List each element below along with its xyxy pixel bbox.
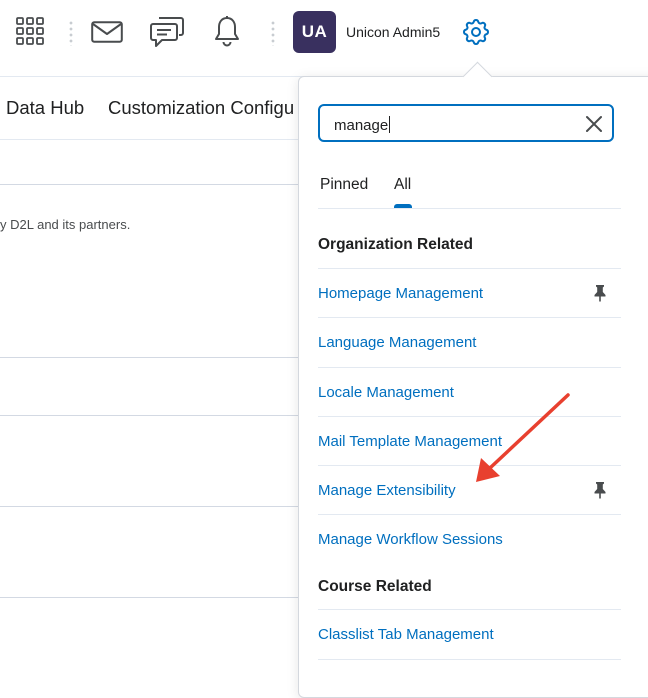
tab-all[interactable]: All [394, 176, 411, 194]
divider [318, 514, 621, 515]
nav-link-data-hub[interactable]: Data Hub [6, 97, 84, 119]
waffle-grid-icon[interactable] [15, 16, 45, 46]
divider-dots [69, 20, 73, 46]
divider [318, 367, 621, 368]
link-manage-extensibility[interactable]: Manage Extensibility [318, 482, 456, 499]
link-language-management[interactable]: Language Management [318, 334, 476, 351]
bell-icon[interactable] [213, 15, 241, 47]
gear-icon[interactable] [460, 16, 492, 48]
link-mail-template-management[interactable]: Mail Template Management [318, 433, 502, 450]
content-divider [0, 184, 300, 185]
link-classlist-tab-management[interactable]: Classlist Tab Management [318, 626, 494, 643]
link-homepage-management[interactable]: Homepage Management [318, 285, 483, 302]
close-icon[interactable] [585, 115, 603, 133]
content-divider [0, 357, 300, 358]
avatar[interactable]: UA [293, 11, 336, 53]
section-title-course: Course Related [318, 578, 432, 595]
divider [318, 416, 621, 417]
pin-icon[interactable] [593, 284, 607, 302]
nav-link-customization[interactable]: Customization Configu [108, 97, 294, 119]
tabs-divider [318, 208, 621, 209]
avatar-initials: UA [301, 22, 328, 41]
divider [318, 659, 621, 660]
link-locale-management[interactable]: Locale Management [318, 384, 454, 401]
search-value: manage [334, 116, 391, 134]
top-bar: UA Unicon Admin5 [0, 0, 648, 77]
content-divider [0, 506, 300, 507]
divider [318, 609, 621, 610]
admin-tools-panel: manage Pinned All Organization Related H… [298, 76, 648, 698]
pin-icon[interactable] [593, 481, 607, 499]
divider [318, 317, 621, 318]
content-divider [0, 415, 300, 416]
section-title-organization: Organization Related [318, 236, 474, 253]
content-text: y D2L and its partners. [0, 217, 131, 232]
link-manage-workflow-sessions[interactable]: Manage Workflow Sessions [318, 531, 503, 548]
divider [318, 268, 621, 269]
divider-dots [271, 20, 275, 46]
user-name[interactable]: Unicon Admin5 [346, 24, 440, 40]
chat-icon[interactable] [150, 16, 184, 48]
tab-pinned[interactable]: Pinned [320, 176, 368, 194]
search-input[interactable]: manage [318, 104, 614, 142]
content-divider [0, 597, 300, 598]
divider [318, 465, 621, 466]
mail-icon[interactable] [91, 21, 123, 43]
